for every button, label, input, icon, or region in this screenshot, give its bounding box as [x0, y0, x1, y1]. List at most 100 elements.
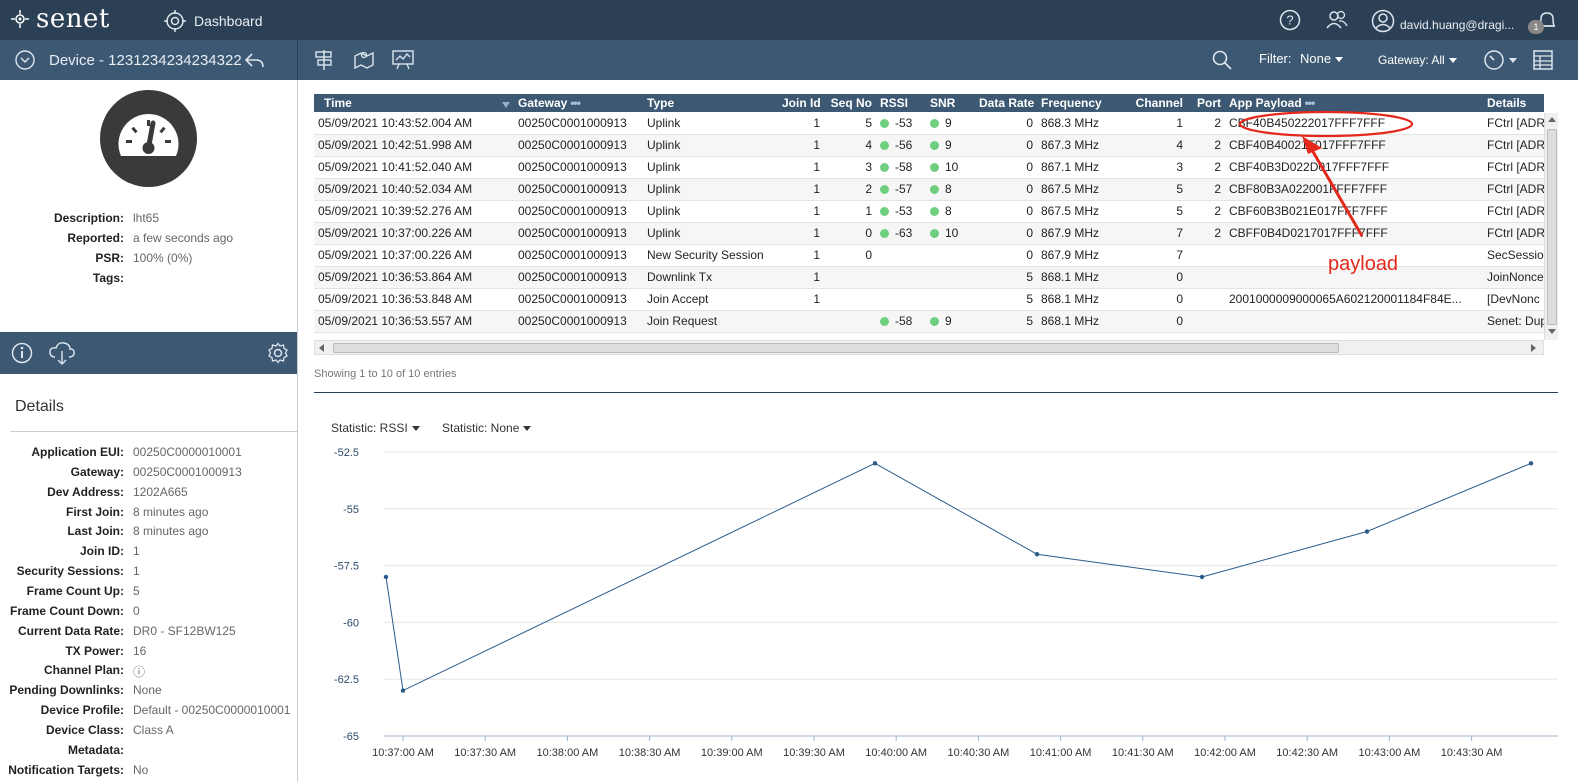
- table-cell: Uplink: [643, 200, 778, 223]
- scroll-left-icon[interactable]: [318, 344, 326, 352]
- column-header[interactable]: Gateway •••: [514, 94, 643, 112]
- column-header[interactable]: RSSI: [876, 94, 926, 112]
- settings-gear-icon[interactable]: [267, 342, 289, 364]
- table-cell: 00250C0001000913: [514, 310, 643, 333]
- collapse-chevron-icon[interactable]: [14, 49, 36, 71]
- scroll-right-icon[interactable]: [1529, 344, 1537, 352]
- cell-value: 0: [1026, 138, 1033, 152]
- statistic-2-dropdown[interactable]: Statistic: None: [442, 421, 532, 435]
- y-tick-label: -57.5: [334, 561, 359, 573]
- table-cell: 868.1 MHz: [1037, 310, 1122, 333]
- table-cell: [1187, 244, 1225, 267]
- table-horizontal-scrollbar[interactable]: [314, 340, 1544, 355]
- x-tick-label: 10:40:30 AM: [948, 747, 1010, 759]
- column-header[interactable]: Data Rate: [975, 94, 1037, 112]
- cell-value: 2: [1214, 138, 1221, 152]
- svg-text:?: ?: [1286, 13, 1293, 28]
- column-menu-icon[interactable]: •••: [1305, 96, 1316, 110]
- detail-value: 1: [133, 544, 140, 559]
- data-point: [400, 688, 406, 693]
- column-header[interactable]: Type: [643, 94, 778, 112]
- info-icon[interactable]: [11, 342, 33, 364]
- map-icon[interactable]: [352, 48, 376, 72]
- column-header[interactable]: Port: [1187, 94, 1225, 112]
- statistic-1-dropdown[interactable]: Statistic: RSSI: [331, 421, 420, 435]
- table-cell: 00250C0001000913: [514, 200, 643, 223]
- table-cell: 9: [926, 112, 975, 135]
- cell-value: 00250C0001000913: [518, 182, 627, 196]
- x-tick-label: 10:37:30 AM: [454, 747, 516, 759]
- y-tick-label: -60: [343, 617, 359, 629]
- column-menu-icon[interactable]: •••: [570, 96, 581, 110]
- users-icon[interactable]: [1325, 9, 1349, 31]
- column-header[interactable]: Frequency: [1037, 94, 1122, 112]
- dashboard-link[interactable]: Dashboard: [164, 10, 263, 32]
- cloud-download-icon[interactable]: [48, 340, 76, 366]
- column-header[interactable]: Time: [314, 94, 514, 112]
- logo-text: senet: [36, 4, 110, 34]
- scroll-up-icon[interactable]: [1548, 116, 1556, 124]
- filter-dropdown[interactable]: None: [1300, 51, 1344, 66]
- table-cell: 5: [975, 266, 1037, 289]
- scrollbar-thumb[interactable]: [333, 343, 1339, 353]
- column-header[interactable]: Details: [1483, 94, 1544, 112]
- logo[interactable]: senet: [10, 4, 110, 34]
- signal-dot-icon: [930, 207, 939, 216]
- cell-value: Senet: Dup: [1487, 314, 1544, 328]
- detail-key: Frame Count Down:: [10, 603, 124, 618]
- detail-value: None: [133, 683, 162, 698]
- column-header-label: Port: [1197, 96, 1221, 110]
- table-cell: -63: [876, 222, 926, 245]
- table-cell: 05/09/2021 10:36:53.557 AM: [314, 310, 514, 333]
- timer-icon[interactable]: [1483, 48, 1519, 72]
- table-row[interactable]: 05/09/2021 10:36:53.848 AM 00250C00010009…: [314, 288, 1544, 311]
- help-icon[interactable]: ?: [1279, 9, 1301, 31]
- table-cell: 867.9 MHz: [1037, 222, 1122, 245]
- table-row[interactable]: 05/09/2021 10:36:53.557 AM 00250C00010009…: [314, 310, 1544, 333]
- scrollbar-thumb[interactable]: [1547, 129, 1557, 325]
- chart-board-icon[interactable]: [391, 48, 415, 72]
- scroll-down-icon[interactable]: [1548, 327, 1556, 335]
- cell-value: SecSessio: [1487, 248, 1544, 262]
- user-name[interactable]: david.huang@dragi...: [1400, 18, 1514, 32]
- table-cell: Uplink: [643, 222, 778, 245]
- column-header[interactable]: Join Id: [778, 94, 824, 112]
- table-cell: 5: [1122, 178, 1187, 201]
- column-header[interactable]: SNR: [926, 94, 975, 112]
- user-avatar-icon[interactable]: [1371, 9, 1395, 33]
- cell-value: 1: [813, 226, 820, 240]
- cell-value: Downlink Tx: [647, 270, 713, 284]
- detail-key: Notification Targets:: [8, 762, 124, 777]
- table-vertical-scrollbar[interactable]: [1544, 113, 1558, 340]
- signpost-icon[interactable]: [313, 48, 335, 72]
- cell-value: 4: [1176, 138, 1183, 152]
- gateway-value: Gateway: All: [1378, 53, 1445, 67]
- table-cell: 00250C0001000913: [514, 134, 643, 157]
- table-cell: 868.3 MHz: [1037, 112, 1122, 135]
- table-cell: [1187, 288, 1225, 311]
- column-header[interactable]: Seq No: [824, 94, 876, 112]
- senet-logo-icon: [11, 10, 29, 28]
- cell-value: 0: [1176, 314, 1183, 328]
- table-cell: 05/09/2021 10:41:52.040 AM: [314, 156, 514, 179]
- search-icon[interactable]: [1211, 49, 1233, 71]
- payload-annotation-overlay: [1238, 110, 1414, 237]
- table-cell: [876, 244, 926, 267]
- sort-desc-icon[interactable]: [502, 102, 510, 108]
- table-cell: FCtrl [ADR: [1483, 156, 1544, 179]
- table-cell: 867.9 MHz: [1037, 244, 1122, 267]
- cell-value: Uplink: [647, 204, 681, 218]
- table-grid-icon[interactable]: [1532, 49, 1554, 71]
- table-cell: [1187, 310, 1225, 333]
- table-cell: 867.5 MHz: [1037, 200, 1122, 223]
- cell-value: -58: [895, 314, 913, 328]
- column-header[interactable]: Channel: [1122, 94, 1187, 112]
- table-cell: [DevNonc: [1483, 288, 1544, 311]
- back-icon[interactable]: [243, 50, 265, 70]
- cell-value: 8: [945, 182, 952, 196]
- table-cell: 00250C0001000913: [514, 156, 643, 179]
- table-cell: -58: [876, 156, 926, 179]
- table-cell: 5: [1122, 200, 1187, 223]
- gateway-dropdown[interactable]: Gateway: All: [1378, 53, 1457, 67]
- cell-value: 1: [813, 292, 820, 306]
